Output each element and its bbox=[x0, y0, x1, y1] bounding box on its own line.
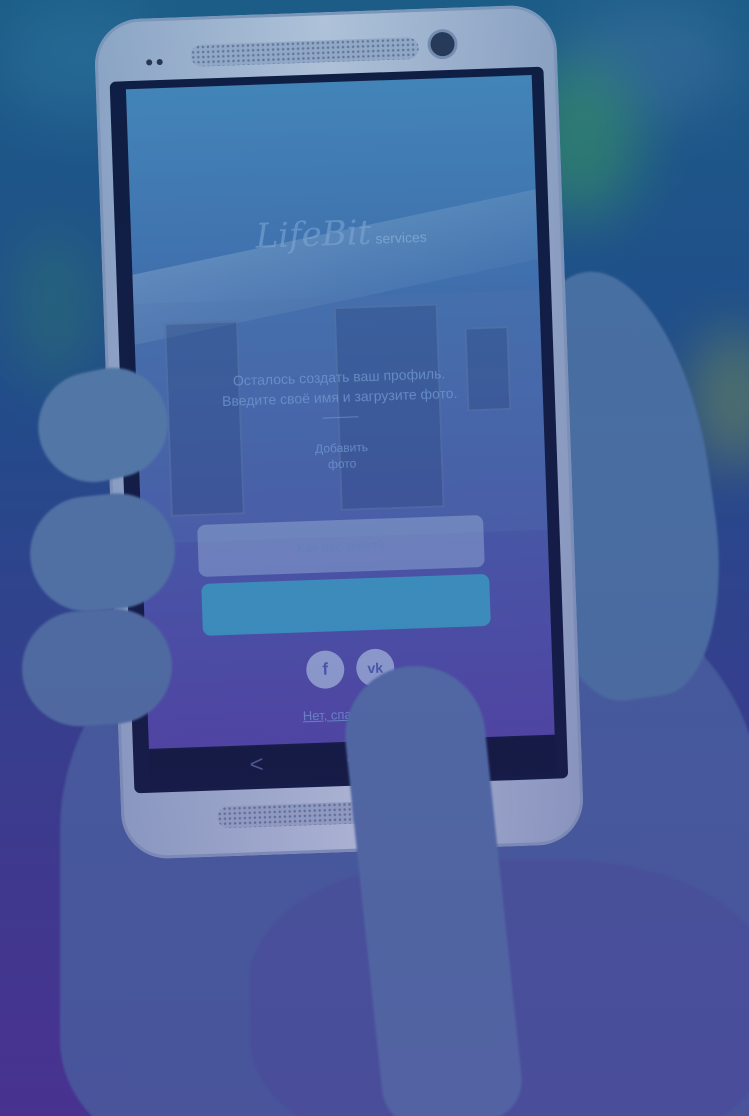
logo-main-text: LifeBit bbox=[254, 212, 372, 257]
add-photo-button[interactable]: Добавить фото bbox=[268, 437, 415, 474]
app-screen: LifeBit services Осталось создать ваш про… bbox=[125, 75, 555, 749]
background-window bbox=[164, 320, 245, 517]
name-input[interactable] bbox=[197, 515, 485, 577]
photo-scene: ●● LifeBit services Осталось создать ваш … bbox=[0, 0, 749, 1116]
sensor-dots-icon: ●● bbox=[144, 52, 167, 70]
app-logo: LifeBit services bbox=[230, 210, 451, 258]
background-bokeh bbox=[10, 230, 100, 390]
front-camera-icon bbox=[430, 31, 455, 57]
continue-button[interactable] bbox=[201, 573, 491, 636]
top-speaker-grille bbox=[190, 36, 420, 67]
background-window bbox=[333, 303, 445, 511]
logo-sub-text: services bbox=[375, 228, 428, 247]
facebook-login-icon[interactable]: f bbox=[305, 649, 345, 690]
back-icon[interactable]: < bbox=[249, 751, 264, 779]
